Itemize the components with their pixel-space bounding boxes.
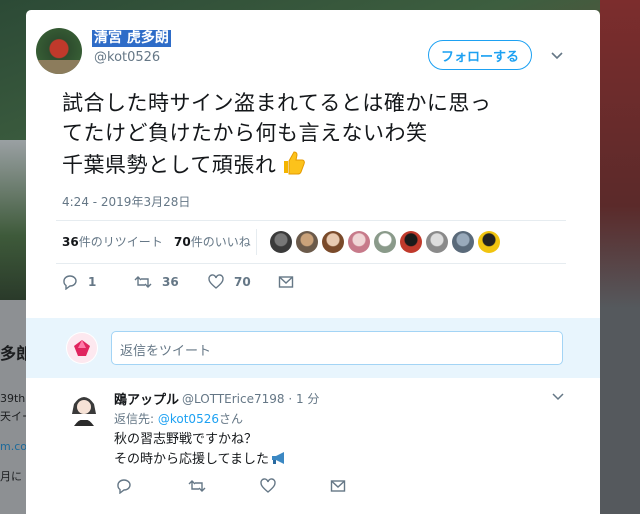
retweet-icon[interactable]: [188, 478, 206, 494]
reply-text: 秋の習志野戦ですかね？ その時から応援してました: [114, 430, 288, 470]
direct-message-action[interactable]: [278, 274, 304, 290]
profile-link-fragment: m.co: [0, 440, 27, 453]
thumbs-up-emoji-icon: [284, 151, 306, 175]
reply-author-handle[interactable]: @LOTTErice7198 · 1 分: [182, 390, 319, 407]
reply-to-handle-link[interactable]: @kot0526: [158, 412, 219, 426]
retweet-stat-count: 36: [62, 235, 79, 249]
tweet-text-line-content: 千葉県勢として頑張れ: [62, 153, 277, 177]
reply-text-line-content: その時から応援してました: [114, 452, 269, 467]
like-count: 70: [234, 275, 251, 289]
reply-author-avatar[interactable]: [66, 390, 102, 430]
profile-bio-fragment: 39th: [0, 392, 26, 405]
retweet-stat-label: 件のリツイート: [78, 235, 163, 249]
tweet-text-line: 千葉県勢として頑張れ: [62, 148, 582, 180]
like-stat-label: 件のいいね: [190, 235, 251, 249]
retweet-action[interactable]: 36: [134, 274, 179, 290]
heart-icon[interactable]: [260, 478, 276, 494]
profile-joined-fragment: 月に: [0, 470, 22, 483]
chevron-down-icon[interactable]: [549, 48, 565, 64]
current-user-avatar: [66, 332, 98, 364]
chevron-down-icon[interactable]: [551, 390, 565, 404]
reply-to-context: 返信先: @kot0526さん: [114, 410, 243, 427]
tweet-text-line: 試合した時サイン盗まれてるとは確かに思っ: [62, 91, 492, 115]
like-stat[interactable]: 70件のいいね: [174, 233, 251, 250]
retweet-icon: [134, 276, 152, 288]
retweet-stat[interactable]: 36件のリツイート: [62, 233, 163, 250]
reply-tweet-actions: [114, 478, 414, 498]
reply-tweet[interactable]: 鴎アップル @LOTTErice7198 · 1 分 返信先: @kot0526…: [26, 380, 600, 514]
reply-text-line: その時から応援してました: [114, 450, 288, 470]
liker-avatar[interactable]: [426, 231, 448, 253]
author-avatar[interactable]: [36, 28, 82, 74]
retweet-count: 36: [162, 275, 179, 289]
liker-avatar[interactable]: [348, 231, 370, 253]
reply-icon: [63, 275, 77, 290]
liker-avatar[interactable]: [478, 231, 500, 253]
reply-to-suffix: さん: [218, 412, 243, 426]
reply-input[interactable]: 返信をツイート: [111, 331, 563, 365]
reply-compose-box: 返信をツイート: [26, 318, 600, 378]
stats-divider: [256, 229, 257, 255]
like-action[interactable]: 70: [208, 274, 251, 290]
envelope-icon[interactable]: [330, 478, 346, 494]
tweet-actions: 1 36 70: [62, 272, 582, 296]
liker-avatar[interactable]: [400, 231, 422, 253]
reply-to-prefix: 返信先:: [114, 412, 158, 426]
egg-avatar-icon: [67, 333, 97, 363]
reply-text-line: 秋の習志野戦ですかね？: [114, 432, 258, 447]
tweet-timestamp[interactable]: 4:24 - 2019年3月28日: [62, 193, 190, 210]
reply-icon[interactable]: [116, 478, 132, 494]
author-handle[interactable]: @kot0526: [94, 50, 160, 65]
reply-author-name[interactable]: 鴎アップル: [114, 389, 179, 408]
liker-avatar[interactable]: [270, 231, 292, 253]
reply-action[interactable]: 1: [62, 274, 96, 290]
megaphone-emoji-icon: [271, 452, 284, 464]
tweet-stats-row: 36件のリツイート 70件のいいね: [56, 220, 566, 264]
tweet-text: 試合した時サイン盗まれてるとは確かに思っ てたけど負けたから何も言えないわ笑 千…: [62, 88, 582, 180]
reply-count: 1: [88, 275, 97, 289]
profile-photo-edge: [0, 140, 26, 300]
liker-avatar[interactable]: [452, 231, 474, 253]
liker-avatar[interactable]: [296, 231, 318, 253]
heart-icon: [208, 274, 224, 289]
follow-button[interactable]: フォローする: [428, 40, 532, 70]
profile-banner-right-edge: [600, 0, 640, 514]
liker-avatar[interactable]: [322, 231, 344, 253]
liker-avatar[interactable]: [374, 231, 396, 253]
like-stat-count: 70: [174, 235, 191, 249]
tweet-text-line: てたけど負けたから何も言えないわ笑: [62, 121, 428, 145]
envelope-icon: [278, 276, 294, 288]
author-display-name[interactable]: 清宮 虎多朗: [92, 30, 171, 47]
